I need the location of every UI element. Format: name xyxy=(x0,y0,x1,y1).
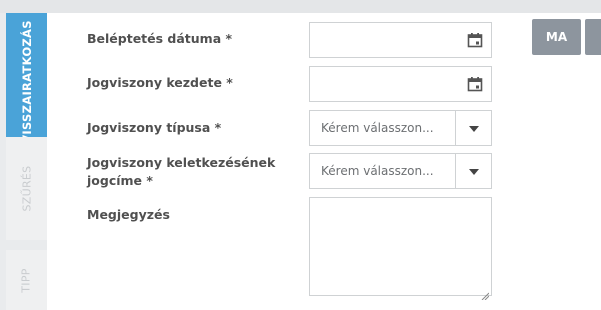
tab-tipp-label: TIPP xyxy=(20,267,33,293)
resize-grip-icon[interactable] xyxy=(481,285,490,301)
tab-szures[interactable]: SZŰRÉS xyxy=(6,137,47,240)
entry-date-input[interactable] xyxy=(310,23,460,57)
type-select-value: Kérem válasszon... xyxy=(321,121,434,135)
select-divider xyxy=(455,111,456,145)
entry-date-label: Beléptetés dátuma * xyxy=(87,31,233,46)
tab-tipp[interactable]: TIPP xyxy=(6,250,47,310)
type-label: Jogviszony típusa * xyxy=(87,120,222,135)
tab-szures-label: SZŰRÉS xyxy=(20,165,34,212)
note-textarea[interactable] xyxy=(310,198,491,295)
calendar-icon[interactable] xyxy=(467,76,483,92)
start-date-field[interactable] xyxy=(309,66,492,102)
calendar-icon[interactable] xyxy=(467,32,483,48)
origin-select-value: Kérem válasszon... xyxy=(321,164,434,178)
chevron-down-icon[interactable] xyxy=(469,126,479,132)
tab-visszairatkozas[interactable]: VISSZAIRATKOZÁS xyxy=(6,13,47,150)
type-select[interactable]: Kérem válasszon... xyxy=(309,110,492,146)
origin-label-line1: Jogviszony keletkezésének xyxy=(87,155,276,170)
select-divider xyxy=(455,154,456,188)
origin-label-line2: jogcíme * xyxy=(87,173,153,188)
note-field[interactable] xyxy=(309,197,492,301)
tab-visszairatkozas-label: VISSZAIRATKOZÁS xyxy=(19,19,34,144)
note-label: Megjegyzés xyxy=(87,207,170,222)
start-date-input[interactable] xyxy=(310,67,460,101)
start-date-label: Jogviszony kezdete * xyxy=(87,75,233,90)
origin-select[interactable]: Kérem válasszon... xyxy=(309,153,492,189)
chevron-down-icon[interactable] xyxy=(469,169,479,175)
next-button[interactable] xyxy=(585,19,601,55)
top-strip xyxy=(0,0,601,13)
origin-label: Jogviszony keletkezésének jogcíme * xyxy=(87,154,275,190)
entry-date-field[interactable] xyxy=(309,22,492,58)
today-button[interactable]: MA xyxy=(532,19,581,55)
